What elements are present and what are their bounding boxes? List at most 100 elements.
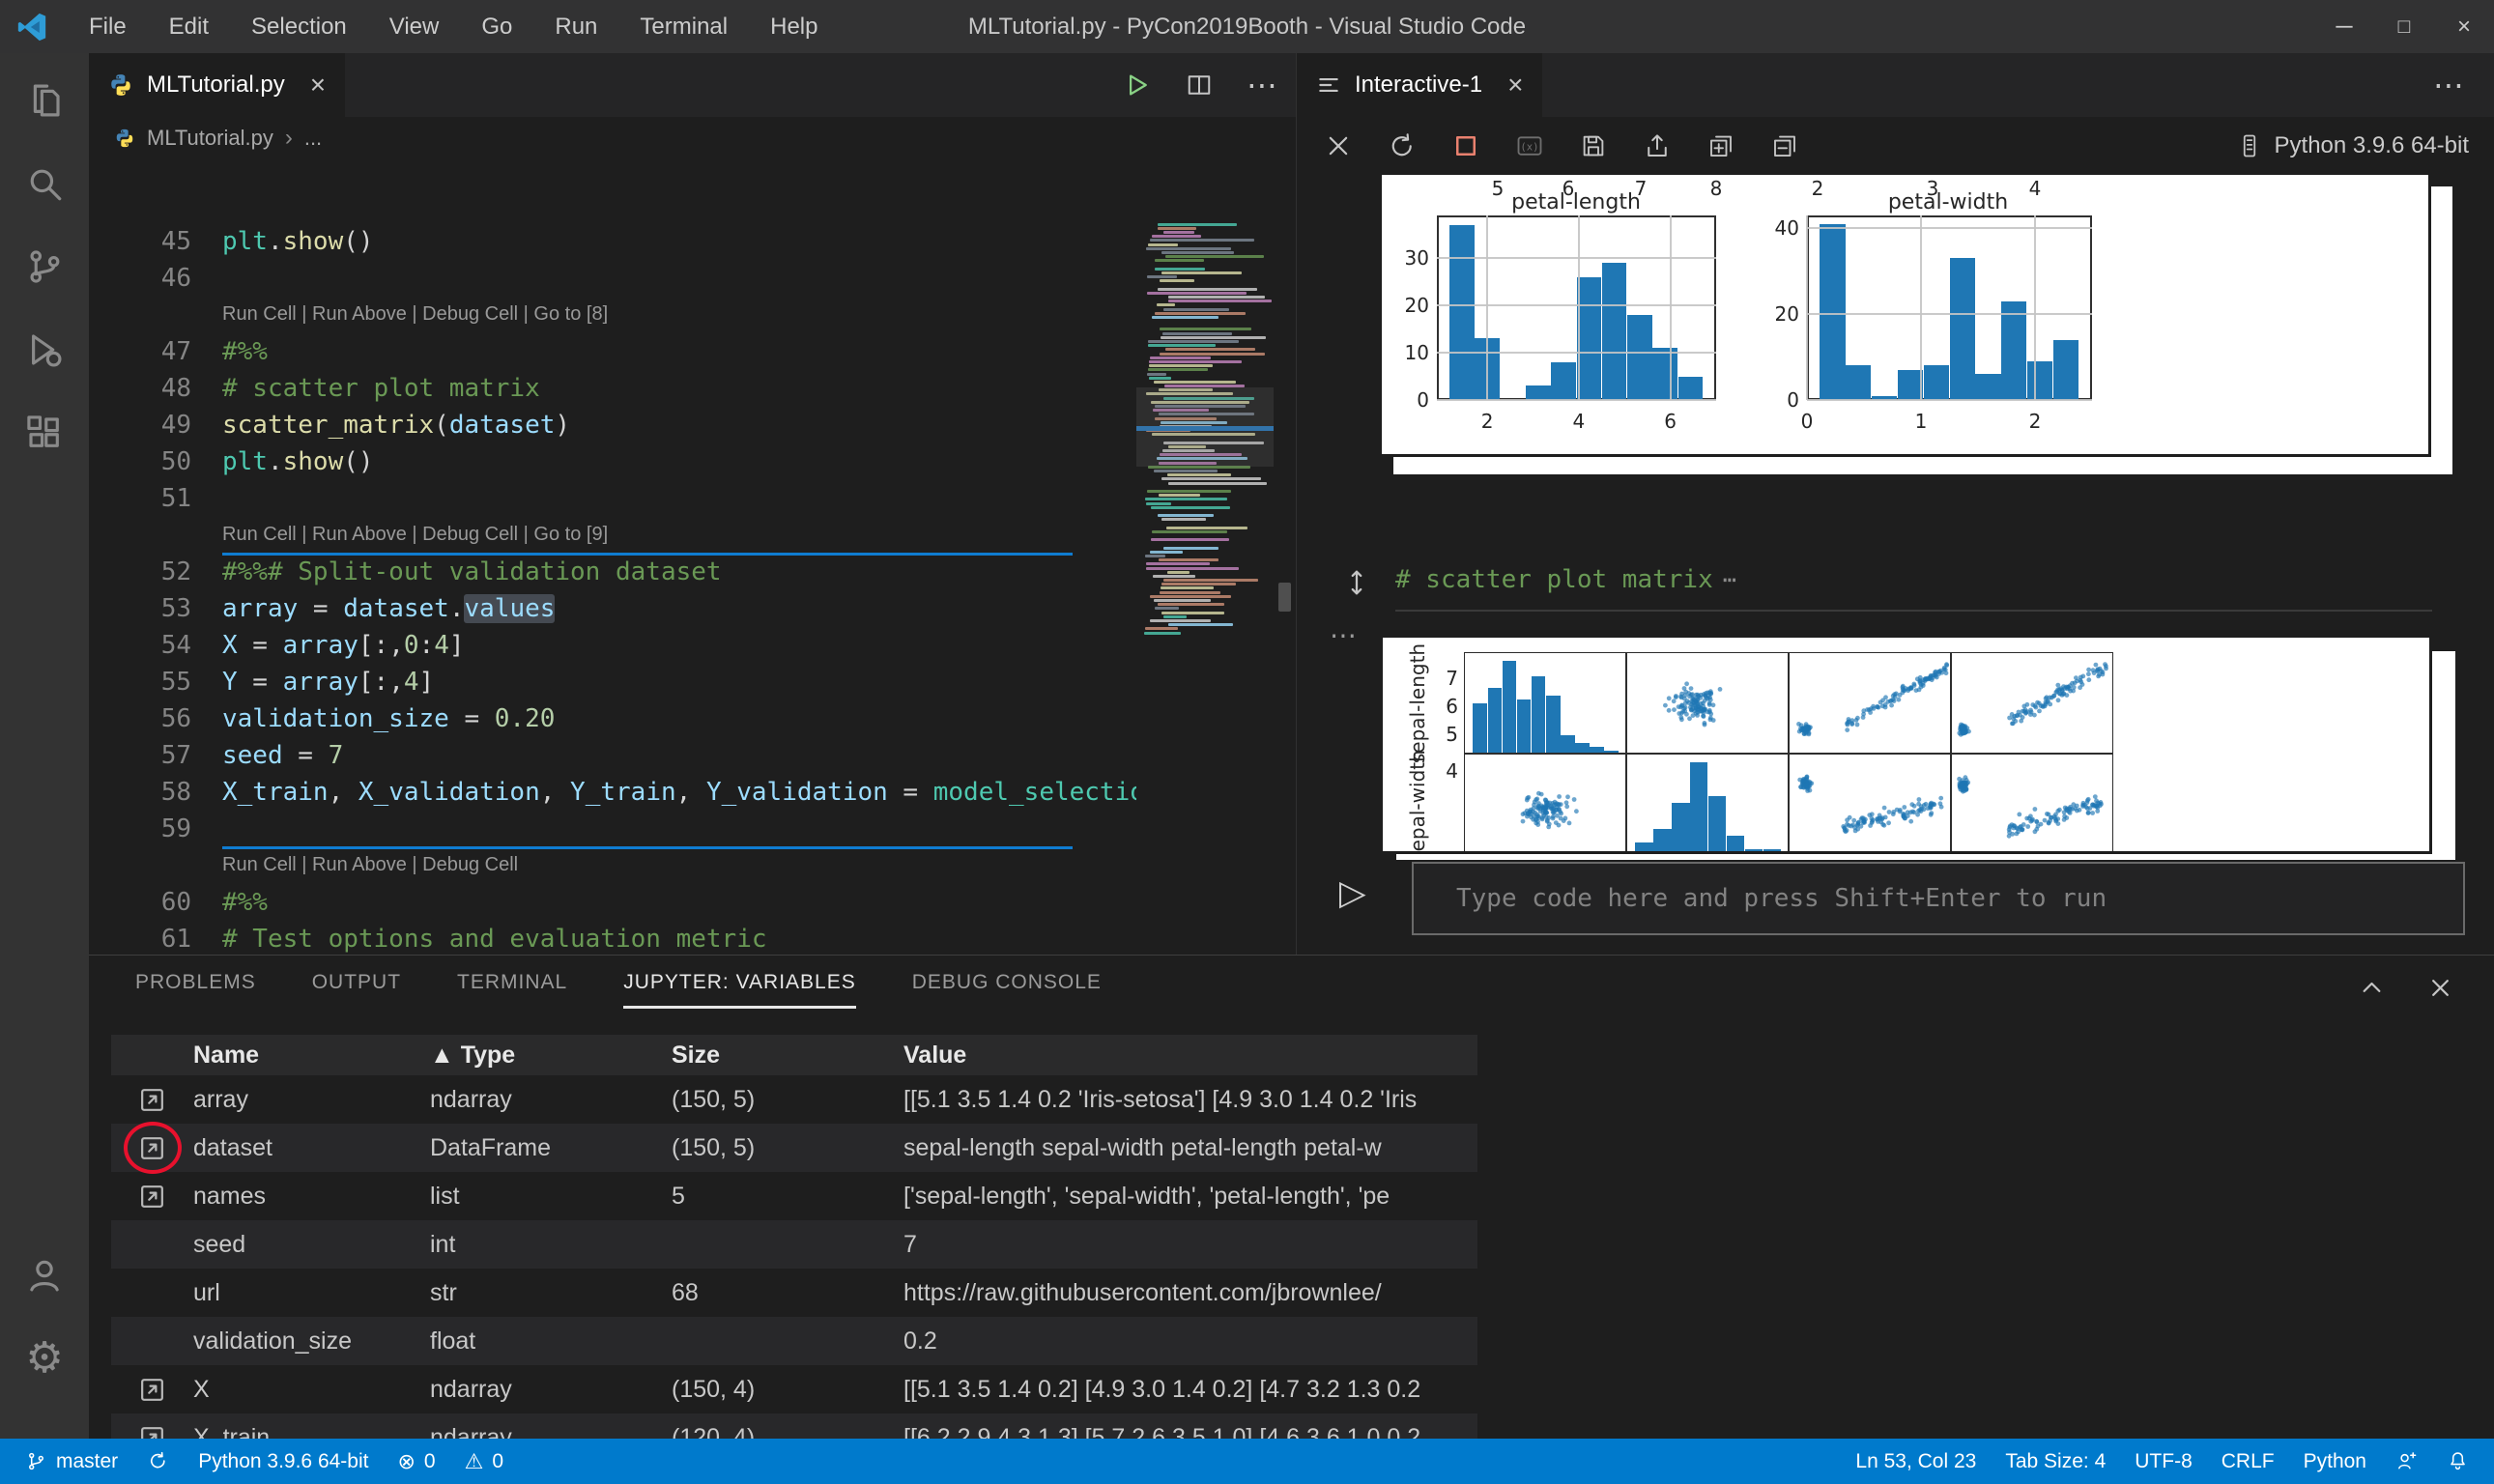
chevron-up-icon[interactable] bbox=[2359, 975, 2385, 1001]
menu-edit[interactable]: Edit bbox=[148, 0, 230, 53]
activitybar-search-icon[interactable] bbox=[22, 161, 67, 206]
editor-scrollbar[interactable] bbox=[1278, 583, 1291, 612]
status-crlf[interactable]: CRLF bbox=[2222, 1450, 2275, 1473]
column-header-size[interactable]: Size bbox=[672, 1042, 903, 1070]
panel-tab-output[interactable]: OUTPUT bbox=[312, 971, 401, 1009]
code-line-60[interactable]: 60#%% bbox=[89, 884, 1136, 921]
panel-tab-terminal[interactable]: TERMINAL bbox=[457, 971, 567, 1009]
status-feedback[interactable] bbox=[2395, 1450, 2418, 1472]
variable-row-validation_size[interactable]: validation_sizefloat0.2 bbox=[111, 1317, 1477, 1365]
menu-run[interactable]: Run bbox=[533, 0, 618, 53]
status-sync[interactable] bbox=[147, 1450, 169, 1472]
activitybar-account-icon[interactable] bbox=[22, 1253, 67, 1298]
menu-selection[interactable]: Selection bbox=[230, 0, 368, 53]
variable-row-names[interactable]: nameslist5['sepal-length', 'sepal-width'… bbox=[111, 1172, 1477, 1220]
interactive-cell-code[interactable]: # scatter plot matrix⋯ bbox=[1395, 565, 1736, 594]
codelens-links[interactable]: Run Cell | Run Above | Debug Cell bbox=[222, 854, 518, 876]
code-line-52[interactable]: 52#%%# Split-out validation dataset bbox=[89, 554, 1136, 590]
status-tab-size-4[interactable]: Tab Size: 4 bbox=[2005, 1450, 2106, 1473]
codelens[interactable]: Run Cell | Run Above | Debug Cell bbox=[89, 847, 1136, 884]
codelens-links[interactable]: Run Cell | Run Above | Debug Cell | Go t… bbox=[222, 524, 608, 546]
status-bell[interactable] bbox=[2447, 1450, 2469, 1472]
code-editor[interactable]: 45plt.show()46Run Cell | Run Above | Deb… bbox=[89, 159, 1296, 955]
variable-row-dataset[interactable]: datasetDataFrame(150, 5)sepal-length sep… bbox=[111, 1124, 1477, 1172]
status-python[interactable]: Python bbox=[2304, 1450, 2366, 1473]
code-line-55[interactable]: 55Y = array[:,4] bbox=[89, 664, 1136, 700]
interactive-code-input[interactable]: Type code here and press Shift+Enter to … bbox=[1412, 862, 2465, 935]
code-line-61[interactable]: 61# Test options and evaluation metric bbox=[89, 921, 1136, 955]
codelens[interactable]: Run Cell | Run Above | Debug Cell | Go t… bbox=[89, 297, 1136, 333]
panel-tab-jupyter-variables[interactable]: JUPYTER: VARIABLES bbox=[623, 971, 856, 1009]
code-line-46[interactable]: 46 bbox=[89, 260, 1136, 297]
activitybar-settings-icon[interactable]: ⚙ bbox=[22, 1336, 67, 1381]
code-line-56[interactable]: 56validation_size = 0.20 bbox=[89, 700, 1136, 737]
variables-icon[interactable]: (x) bbox=[1515, 131, 1544, 160]
run-input-icon[interactable]: ▷ bbox=[1339, 872, 1366, 913]
variable-row-array[interactable]: arrayndarray(150, 5)[[5.1 3.5 1.4 0.2 'I… bbox=[111, 1075, 1477, 1124]
code-line-57[interactable]: 57seed = 7 bbox=[89, 737, 1136, 774]
panel-tab-problems[interactable]: PROBLEMS bbox=[135, 971, 256, 1009]
codelens[interactable]: Run Cell | Run Above | Debug Cell | Go t… bbox=[89, 517, 1136, 554]
open-variable-icon[interactable] bbox=[111, 1375, 193, 1405]
breadcrumb-more[interactable]: ... bbox=[304, 126, 322, 151]
variable-row-url[interactable]: urlstr68https://raw.githubusercontent.co… bbox=[111, 1269, 1477, 1317]
open-variable-icon[interactable] bbox=[111, 1182, 193, 1212]
breadcrumb[interactable]: MLTutorial.py › ... bbox=[89, 117, 1296, 159]
maximize-window-icon[interactable]: □ bbox=[2374, 0, 2434, 53]
code-line-48[interactable]: 48# scatter plot matrix bbox=[89, 370, 1136, 407]
status-master[interactable]: master bbox=[25, 1450, 118, 1473]
open-variable-icon[interactable] bbox=[111, 1085, 193, 1115]
menu-file[interactable]: File bbox=[68, 0, 148, 53]
code-line-50[interactable]: 50plt.show() bbox=[89, 443, 1136, 480]
interrupt-icon[interactable] bbox=[1451, 131, 1480, 160]
menu-go[interactable]: Go bbox=[460, 0, 533, 53]
code-line-51[interactable]: 51 bbox=[89, 480, 1136, 517]
cell-more-actions-icon[interactable]: ⋯ bbox=[1330, 619, 1358, 651]
tab-close-icon[interactable]: × bbox=[310, 70, 326, 100]
breadcrumb-file[interactable]: MLTutorial.py bbox=[147, 126, 273, 151]
expand-all-icon[interactable] bbox=[1706, 131, 1735, 160]
run-file-icon[interactable] bbox=[1123, 71, 1152, 100]
code-line-54[interactable]: 54X = array[:,0:4] bbox=[89, 627, 1136, 664]
collapse-all-icon[interactable] bbox=[1770, 131, 1799, 160]
minimize-window-icon[interactable]: ─ bbox=[2314, 0, 2374, 53]
tab-mltutorial[interactable]: MLTutorial.py × bbox=[89, 53, 345, 117]
column-header-value[interactable]: Value bbox=[903, 1042, 1477, 1070]
status-python-3.9.6-64-bit[interactable]: Python 3.9.6 64-bit bbox=[198, 1450, 368, 1473]
activitybar-run-debug-icon[interactable] bbox=[22, 328, 67, 372]
code-line-45[interactable]: 45plt.show() bbox=[89, 223, 1136, 260]
more-actions-icon[interactable]: ⋯ bbox=[2433, 67, 2467, 103]
minimap[interactable] bbox=[1136, 214, 1274, 948]
save-icon[interactable] bbox=[1579, 131, 1608, 160]
status-0[interactable]: ⚠0 bbox=[465, 1450, 503, 1473]
split-editor-icon[interactable] bbox=[1185, 71, 1214, 100]
code-line-49[interactable]: 49scatter_matrix(dataset) bbox=[89, 407, 1136, 443]
tab-interactive-1[interactable]: Interactive-1 × bbox=[1297, 53, 1542, 117]
restart-icon[interactable] bbox=[1388, 131, 1417, 160]
variable-row-seed[interactable]: seedint7 bbox=[111, 1220, 1477, 1269]
goto-code-icon[interactable] bbox=[1341, 567, 1372, 598]
kernel-indicator[interactable]: Python 3.9.6 64-bit bbox=[2236, 132, 2469, 159]
code-line-47[interactable]: 47#%% bbox=[89, 333, 1136, 370]
variable-row-x[interactable]: Xndarray(150, 4)[[5.1 3.5 1.4 0.2] [4.9 … bbox=[111, 1365, 1477, 1413]
activitybar-source-control-icon[interactable] bbox=[22, 244, 67, 289]
status-utf-8[interactable]: UTF-8 bbox=[2135, 1450, 2193, 1473]
status-ln-53-col-23[interactable]: Ln 53, Col 23 bbox=[1855, 1450, 1976, 1473]
menu-help[interactable]: Help bbox=[749, 0, 839, 53]
code-line-59[interactable]: 59 bbox=[89, 811, 1136, 847]
export-icon[interactable] bbox=[1643, 131, 1672, 160]
panel-tab-debug-console[interactable]: DEBUG CONSOLE bbox=[912, 971, 1102, 1009]
more-actions-icon[interactable]: ⋯ bbox=[1247, 67, 1280, 103]
status-0[interactable]: ⊗0 bbox=[397, 1450, 435, 1473]
code-line-58[interactable]: 58X_train, X_validation, Y_train, Y_vali… bbox=[89, 774, 1136, 811]
clear-icon[interactable] bbox=[1324, 131, 1353, 160]
column-header-type[interactable]: ▲ Type bbox=[430, 1042, 672, 1070]
menu-view[interactable]: View bbox=[368, 0, 461, 53]
activitybar-extensions-icon[interactable] bbox=[22, 411, 67, 455]
menu-terminal[interactable]: Terminal bbox=[618, 0, 749, 53]
close-window-icon[interactable]: × bbox=[2434, 0, 2494, 53]
activitybar-explorer-icon[interactable] bbox=[22, 78, 67, 123]
code-line-53[interactable]: 53array = dataset.values bbox=[89, 590, 1136, 627]
close-panel-icon[interactable] bbox=[2427, 975, 2453, 1001]
column-header-name[interactable]: Name bbox=[193, 1042, 430, 1070]
